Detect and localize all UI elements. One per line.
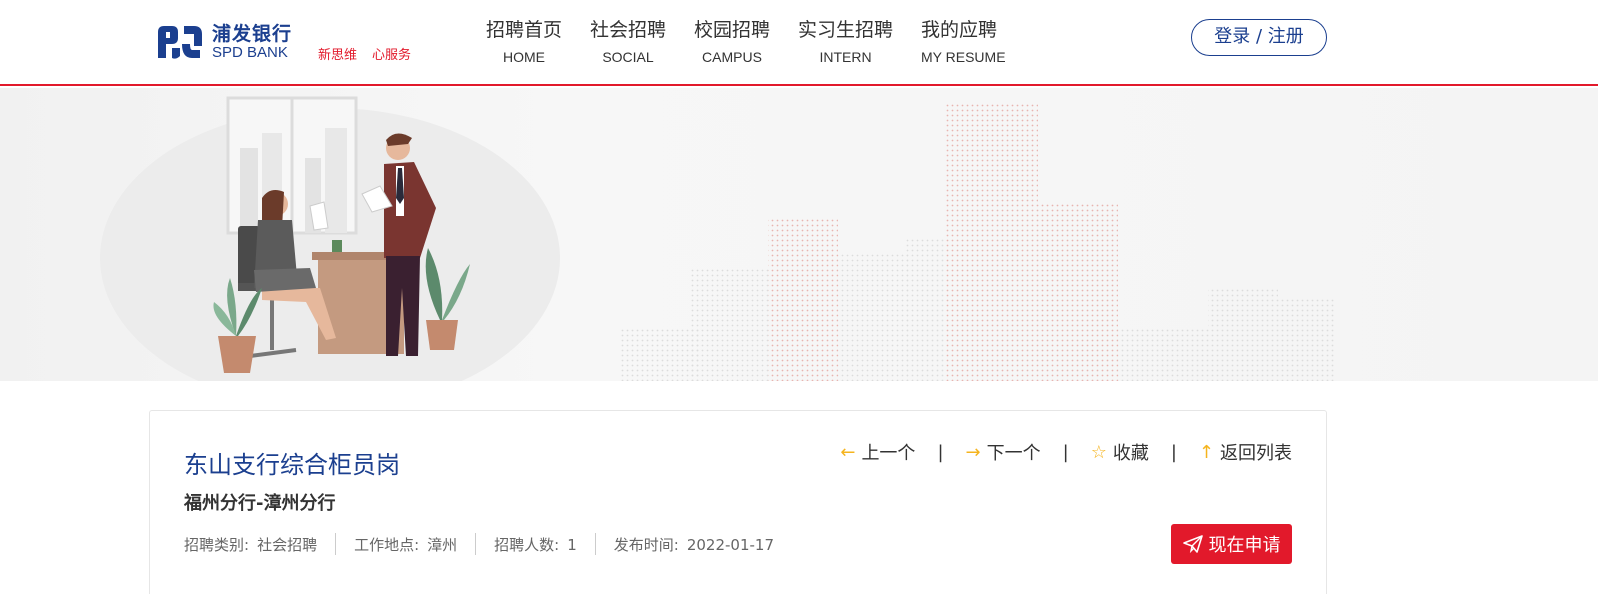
job-meta: 招聘类别: 社会招聘 工作地点: 漳州 招聘人数: 1 发布时间: 2022-01-17 bbox=[184, 533, 774, 555]
prev-job-label: 上一个 bbox=[861, 443, 916, 464]
back-to-list-link[interactable]: ↑ 返回列表 bbox=[1199, 439, 1292, 465]
job-category-label: 招聘类别: bbox=[184, 535, 250, 554]
job-headcount: 招聘人数: 1 bbox=[494, 534, 577, 555]
arrow-right-icon: → bbox=[965, 441, 981, 463]
login-register-button[interactable]: 登录 / 注册 bbox=[1191, 19, 1327, 56]
spd-logo-icon bbox=[158, 26, 202, 59]
nav-my-resume-label-en: MY RESUME bbox=[921, 49, 1006, 65]
meta-divider bbox=[335, 533, 337, 555]
job-location-label: 工作地点: bbox=[354, 535, 420, 554]
nav-social-label-cn: 社会招聘 bbox=[590, 19, 667, 41]
next-job-link[interactable]: → 下一个 bbox=[966, 439, 1041, 465]
nav-campus[interactable]: 校园招聘 CAMPUS bbox=[694, 17, 770, 65]
arrow-left-icon: ← bbox=[840, 441, 856, 463]
nav-my-resume-label-cn: 我的应聘 bbox=[921, 19, 998, 41]
nav-home-label-en: HOME bbox=[503, 49, 545, 65]
action-separator: | bbox=[937, 441, 944, 463]
job-title: 东山支行综合柜员岗 bbox=[184, 451, 400, 479]
job-publish-date-value: 2022-01-17 bbox=[686, 535, 775, 554]
next-job-label: 下一个 bbox=[986, 443, 1041, 464]
job-headcount-value: 1 bbox=[567, 535, 577, 554]
nav-social[interactable]: 社会招聘 SOCIAL bbox=[590, 17, 666, 65]
job-headcount-label: 招聘人数: bbox=[494, 535, 560, 554]
nav-intern[interactable]: 实习生招聘 INTERN bbox=[798, 17, 893, 65]
action-separator: | bbox=[1062, 441, 1069, 463]
back-to-list-label: 返回列表 bbox=[1220, 443, 1292, 464]
job-publish-date-label: 发布时间: bbox=[613, 535, 679, 554]
banner-graphic bbox=[100, 96, 1334, 381]
favorite-link[interactable]: ☆ 收藏 bbox=[1091, 439, 1149, 465]
action-separator: | bbox=[1170, 441, 1177, 463]
nav-campus-label-en: CAMPUS bbox=[702, 49, 762, 65]
nav-home-label-cn: 招聘首页 bbox=[486, 19, 563, 41]
prev-job-link[interactable]: ← 上一个 bbox=[840, 439, 915, 465]
meta-divider bbox=[475, 533, 477, 555]
job-detail-card: 东山支行综合柜员岗 福州分行-漳州分行 ← 上一个 | → 下一个 | ☆ 收藏… bbox=[149, 410, 1327, 594]
job-category-value: 社会招聘 bbox=[257, 535, 318, 554]
arrow-up-icon: ↑ bbox=[1198, 441, 1214, 463]
job-location: 工作地点: 漳州 bbox=[354, 534, 457, 555]
nav-campus-label-cn: 校园招聘 bbox=[694, 19, 771, 41]
apply-now-label: 现在申请 bbox=[1208, 535, 1281, 556]
nav-my-resume[interactable]: 我的应聘 MY RESUME bbox=[921, 17, 1006, 65]
meta-divider bbox=[594, 533, 596, 555]
nav-intern-label-cn: 实习生招聘 bbox=[798, 19, 894, 41]
spd-bank-logo[interactable]: 浦发银行 SPD BANK bbox=[154, 20, 292, 64]
job-category: 招聘类别: 社会招聘 bbox=[184, 534, 317, 555]
job-publish-date: 发布时间: 2022-01-17 bbox=[614, 534, 774, 555]
site-header: 浦发银行 SPD BANK 新思维 心服务 招聘首页 HOME 社会招聘 SOC… bbox=[0, 0, 1598, 86]
nav-home[interactable]: 招聘首页 HOME bbox=[486, 17, 562, 65]
job-branch: 福州分行-漳州分行 bbox=[184, 493, 336, 514]
favorite-label: 收藏 bbox=[1112, 443, 1149, 464]
apply-now-button[interactable]: 现在申请 bbox=[1171, 524, 1292, 564]
job-location-value: 漳州 bbox=[427, 535, 458, 554]
job-actions: ← 上一个 | → 下一个 | ☆ 收藏 | ↑ 返回列表 bbox=[840, 439, 1292, 465]
bank-name-en: SPD BANK bbox=[212, 44, 288, 61]
bank-name-cn: 浦发银行 bbox=[212, 23, 293, 45]
slogan-1: 新思维 bbox=[318, 48, 358, 63]
main-nav: 招聘首页 HOME 社会招聘 SOCIAL 校园招聘 CAMPUS 实习生招聘 … bbox=[486, 17, 1006, 65]
star-icon: ☆ bbox=[1090, 441, 1107, 463]
slogan-2: 心服务 bbox=[372, 48, 412, 63]
nav-intern-label-en: INTERN bbox=[819, 49, 872, 65]
paper-plane-icon bbox=[1182, 535, 1203, 553]
banner-illustration bbox=[0, 88, 1598, 381]
nav-social-label-en: SOCIAL bbox=[602, 49, 654, 65]
